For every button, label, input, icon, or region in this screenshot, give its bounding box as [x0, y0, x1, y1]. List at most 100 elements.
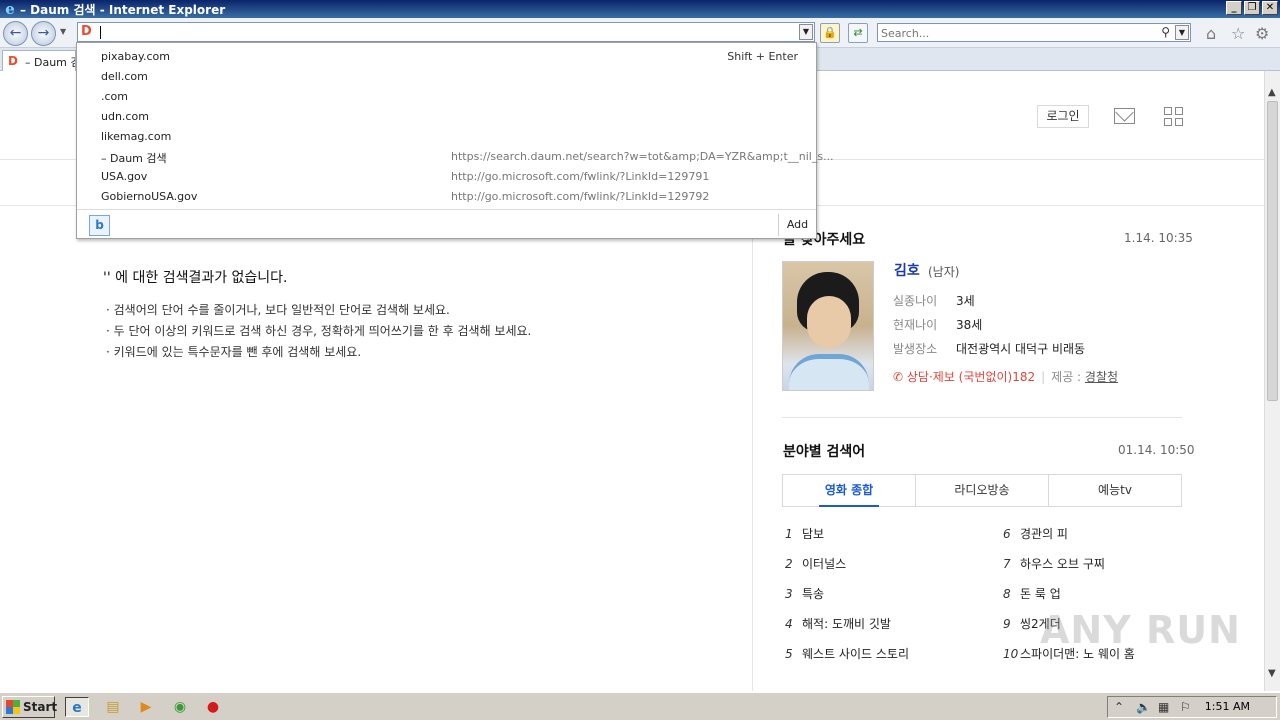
- address-bar[interactable]: D ▼: [77, 22, 815, 42]
- history-item-url: https://search.daum.net/search?w=tot&amp…: [451, 150, 834, 163]
- ie-taskbar-icon[interactable]: e: [65, 697, 89, 717]
- scroll-up-icon[interactable]: ▲: [1268, 87, 1276, 98]
- daum-favicon-icon: D: [81, 24, 92, 39]
- list-item[interactable]: 7 하우스 오브 구찌: [1003, 555, 1105, 572]
- list-item[interactable]: 4 해적: 도깨비 깃발: [785, 615, 891, 632]
- rank-title: 웨스트 사이드 스토리: [802, 647, 909, 661]
- missing-child-gender: (남자): [928, 265, 960, 279]
- chrome-taskbar-icon[interactable]: ◉: [168, 697, 192, 717]
- info-key: 현재나이: [893, 318, 938, 332]
- scroll-down-icon[interactable]: ▼: [1268, 668, 1276, 679]
- column-divider: [752, 206, 753, 691]
- favorite-item[interactable]: USA.gov: [101, 170, 147, 183]
- daum-tab-icon: D: [8, 54, 18, 68]
- rank-number: 7: [1003, 557, 1011, 571]
- scroll-thumb[interactable]: [1267, 101, 1278, 401]
- opera-taskbar-icon[interactable]: ●: [201, 697, 225, 717]
- rank-title: 돈 룩 업: [1020, 587, 1061, 601]
- add-provider-button[interactable]: Add: [778, 214, 816, 236]
- tab-movies[interactable]: 영화 종합: [783, 475, 916, 507]
- search-tips: · 검색어의 단어 수를 줄이거나, 보다 일반적인 단어로 검색해 보세요. …: [106, 300, 531, 363]
- tab-radio[interactable]: 라디오방송: [916, 475, 1049, 506]
- search-dropdown-button[interactable]: ▼: [1175, 25, 1189, 40]
- provider-link[interactable]: 경찰청: [1085, 370, 1118, 384]
- vertical-scrollbar[interactable]: ▲ ▼: [1264, 71, 1280, 691]
- rank-number: 2: [785, 557, 793, 571]
- home-icon[interactable]: ⌂: [1206, 24, 1216, 43]
- info-value: 대전광역시 대덕구 비래동: [956, 342, 1086, 356]
- trending-tabs: 영화 종합 라디오방송 예능tv: [782, 474, 1182, 507]
- trending-time: 01.14. 10:50: [1118, 443, 1195, 457]
- bing-search-icon[interactable]: b: [89, 215, 110, 236]
- suggestion-item[interactable]: pixabay.com: [101, 50, 170, 63]
- volume-icon[interactable]: 🔈: [1136, 700, 1151, 714]
- login-button[interactable]: 로그인: [1037, 105, 1089, 128]
- rank-number: 1: [785, 527, 793, 541]
- gear-icon[interactable]: ⚙: [1255, 24, 1269, 43]
- missing-child-photo[interactable]: [782, 261, 874, 391]
- rank-title: 담보: [802, 527, 825, 541]
- network-icon[interactable]: ▦: [1158, 700, 1169, 714]
- favorite-item[interactable]: GobiernoUSA.gov: [101, 190, 197, 203]
- start-button[interactable]: Start: [2, 696, 58, 718]
- search-box[interactable]: ⚲ ▼: [877, 23, 1191, 42]
- lock-icon[interactable]: 🔒: [820, 23, 840, 43]
- media-player-taskbar-icon[interactable]: ▶: [134, 697, 158, 717]
- window-controls: _ ❐ ✕: [1226, 1, 1278, 15]
- suggestion-item[interactable]: likemag.com: [101, 130, 171, 143]
- mail-icon[interactable]: [1114, 108, 1135, 124]
- rank-title: 해적: 도깨비 깃발: [802, 617, 891, 631]
- restore-button[interactable]: ❐: [1244, 1, 1260, 15]
- list-item[interactable]: 5 웨스트 사이드 스토리: [785, 645, 909, 662]
- list-item[interactable]: 8 돈 룩 업: [1003, 585, 1061, 602]
- info-key: 실종나이: [893, 294, 938, 308]
- missing-child-name[interactable]: 김호: [894, 260, 920, 280]
- info-row-missing-age: 실종나이 3세: [893, 292, 975, 309]
- minimize-button[interactable]: _: [1226, 1, 1242, 15]
- close-button[interactable]: ✕: [1262, 1, 1278, 15]
- history-item[interactable]: – Daum 검색: [101, 150, 167, 166]
- search-icon[interactable]: ⚲: [1161, 25, 1170, 39]
- info-row-current-age: 현재나이 38세: [893, 316, 982, 333]
- refresh-button[interactable]: ⇄: [848, 23, 868, 43]
- title-bar: e – Daum 검색 - Internet Explorer _ ❐ ✕: [0, 0, 1280, 18]
- explorer-taskbar-icon[interactable]: ▤: [101, 697, 125, 717]
- suggestion-item[interactable]: dell.com: [101, 70, 148, 83]
- list-item[interactable]: 3 특송: [785, 585, 824, 602]
- list-item[interactable]: 2 이터널스: [785, 555, 846, 572]
- address-dropdown-button[interactable]: ▼: [799, 24, 813, 40]
- list-item[interactable]: 6 경관의 피: [1003, 525, 1068, 542]
- no-result-message: '' 에 대한 검색결과가 없습니다.: [103, 270, 288, 286]
- list-item[interactable]: 1 담보: [785, 525, 824, 542]
- tray-expand-icon[interactable]: ⌃: [1114, 700, 1124, 714]
- back-button[interactable]: ←: [3, 21, 28, 46]
- windows-flag-icon: [6, 700, 20, 714]
- tab-variety-tv[interactable]: 예능tv: [1049, 475, 1181, 506]
- phone-icon: ✆: [893, 370, 904, 384]
- favorites-star-icon[interactable]: ☆: [1231, 24, 1245, 43]
- ie-logo-icon: e: [5, 0, 15, 18]
- rank-number: 5: [785, 647, 793, 661]
- clock[interactable]: 1:51 AM: [1205, 700, 1250, 713]
- tip-line: · 키워드에 있는 특수문자를 뺀 후에 검색해 보세요.: [106, 345, 362, 359]
- info-value: 38세: [956, 318, 983, 332]
- history-dropdown-icon[interactable]: ▼: [60, 27, 66, 36]
- panel-divider: [782, 417, 1182, 418]
- start-label: Start: [23, 700, 58, 714]
- favorite-item-url: http://go.microsoft.com/fwlink/?LinkId=1…: [451, 190, 710, 203]
- address-caret: [100, 26, 101, 39]
- rank-title: 하우스 오브 구찌: [1020, 557, 1105, 571]
- system-tray: ⌃ 🔈 ▦ ⚐ 1:51 AM: [1107, 696, 1277, 718]
- rank-number: 6: [1003, 527, 1011, 541]
- apps-grid-icon[interactable]: [1164, 107, 1183, 126]
- suggestion-item[interactable]: .com: [101, 90, 128, 103]
- info-value: 3세: [956, 294, 975, 308]
- forward-button[interactable]: →: [31, 21, 56, 46]
- suggestion-item[interactable]: udn.com: [101, 110, 149, 123]
- dropdown-footer: b Add: [77, 209, 816, 239]
- tab-daum-search[interactable]: D – Daum 검: [2, 50, 76, 71]
- trending-title: 분야별 검색어: [783, 444, 866, 460]
- report-line: ✆ 상담·제보 (국번없이)182 | 제공 : 경찰청: [893, 370, 1119, 384]
- action-center-flag-icon[interactable]: ⚐: [1180, 700, 1191, 714]
- search-input[interactable]: [881, 26, 1151, 40]
